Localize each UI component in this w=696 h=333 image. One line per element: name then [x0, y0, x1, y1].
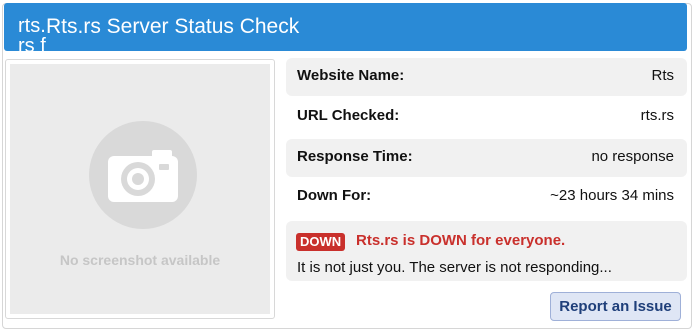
website-name-label: Website Name:: [297, 67, 405, 84]
camera-icon: [89, 121, 197, 229]
url-checked-value: rts.rs: [640, 107, 674, 124]
info-row-response-time: Response Time: no response: [286, 139, 687, 177]
info-row-down-for: Down For: ~23 hours 34 mins: [286, 178, 687, 216]
report-issue-button[interactable]: Report an Issue: [550, 292, 681, 321]
down-for-label: Down For:: [297, 187, 372, 204]
status-detail: It is not just you. The server is not re…: [297, 259, 612, 276]
url-checked-label: URL Checked:: [297, 107, 400, 124]
response-time-value: no response: [591, 148, 674, 165]
page-header: rts.rs favicon Rts.rs Server Status Chec…: [4, 3, 687, 96]
page-title: Rts.rs Server Status Check: [46, 15, 300, 38]
status-headline: Rts.rs is DOWN for everyone.: [356, 232, 566, 249]
website-name-value: Rts: [651, 67, 675, 84]
down-for-value: ~23 hours 34 mins: [550, 187, 674, 204]
screenshot-panel: No screenshot available: [5, 59, 275, 319]
info-row-url-checked: URL Checked: rts.rs: [286, 98, 687, 136]
response-time-label: Response Time:: [297, 148, 413, 165]
status-message: DOWN Rts.rs is DOWN for everyone. It is …: [286, 221, 687, 281]
no-screenshot-label: No screenshot available: [59, 252, 221, 268]
down-badge: DOWN: [296, 233, 346, 251]
info-row-website-name: Website Name: Rts: [286, 58, 687, 96]
screenshot-placeholder: No screenshot available: [10, 64, 270, 314]
